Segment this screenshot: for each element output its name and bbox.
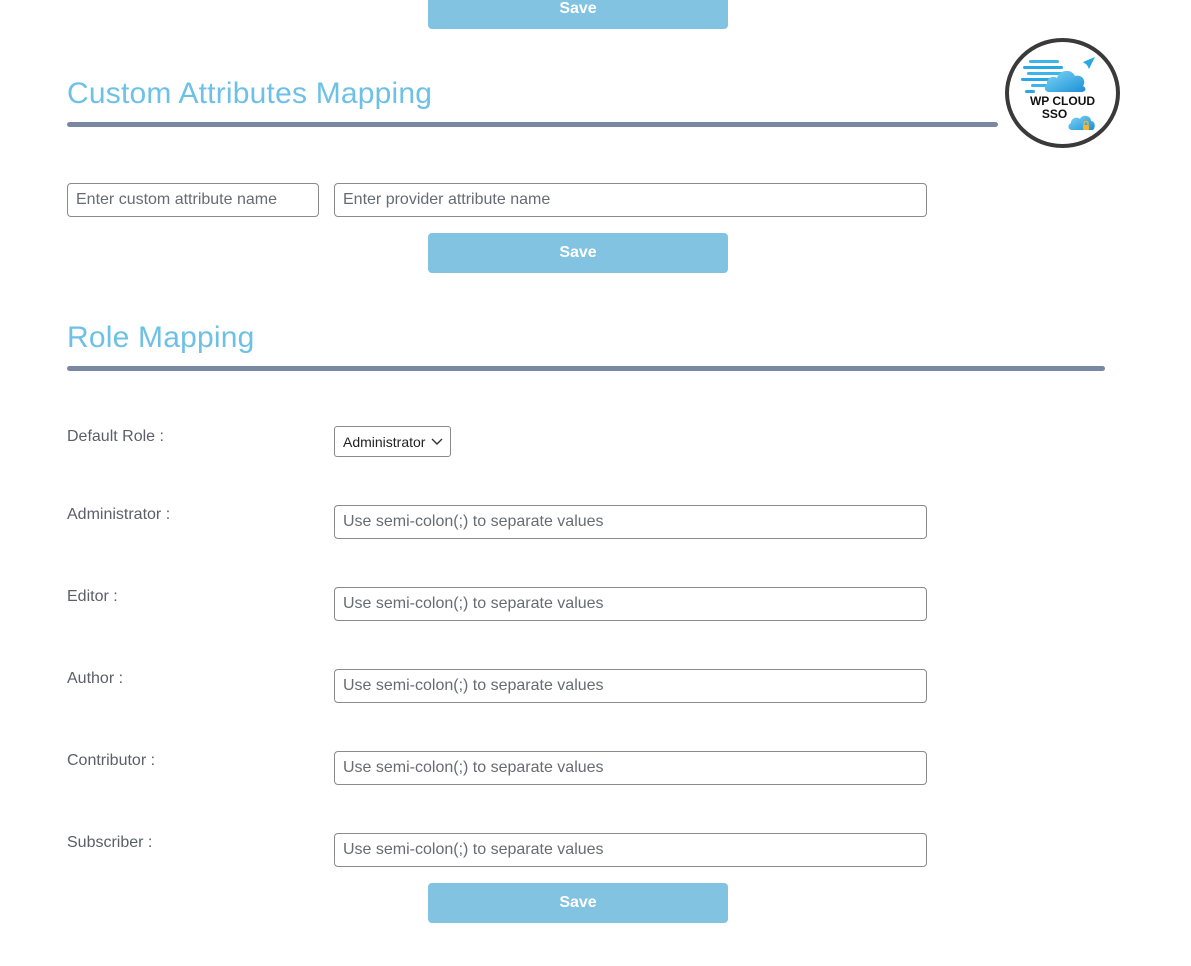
custom-attribute-name-input[interactable] — [67, 183, 319, 217]
role-label-editor: Editor : — [67, 588, 118, 605]
default-role-label: Default Role : — [67, 428, 164, 445]
role-label-subscriber: Subscriber : — [67, 834, 153, 851]
wp-cloud-sso-logo: WP CLOUD SSO — [1005, 38, 1120, 148]
role-input-subscriber[interactable] — [334, 833, 927, 867]
chevron-down-icon — [431, 438, 443, 445]
logo-text-line2: SSO — [1041, 107, 1068, 121]
default-role-select[interactable]: Administrator — [334, 426, 451, 457]
role-input-administrator[interactable] — [334, 505, 927, 539]
cloud-speed-icon — [1021, 57, 1095, 130]
role-label-author: Author : — [67, 670, 124, 687]
role-input-editor[interactable] — [334, 587, 927, 621]
top-save-button[interactable]: Save — [428, 0, 728, 29]
default-role-selected-value: Administrator — [343, 433, 426, 450]
custom-attributes-title: Custom Attributes Mapping — [67, 77, 433, 110]
custom-attributes-divider — [67, 122, 998, 127]
role-mapping-title: Role Mapping — [67, 321, 255, 354]
role-input-author[interactable] — [334, 669, 927, 703]
role-label-contributor: Contributor : — [67, 752, 156, 769]
role-input-contributor[interactable] — [334, 751, 927, 785]
role-mapping-divider — [67, 366, 1105, 371]
role-mapping-save-button[interactable]: Save — [428, 883, 728, 923]
provider-attribute-name-input[interactable] — [334, 183, 927, 217]
role-label-administrator: Administrator : — [67, 506, 171, 523]
custom-attributes-save-button[interactable]: Save — [428, 233, 728, 273]
